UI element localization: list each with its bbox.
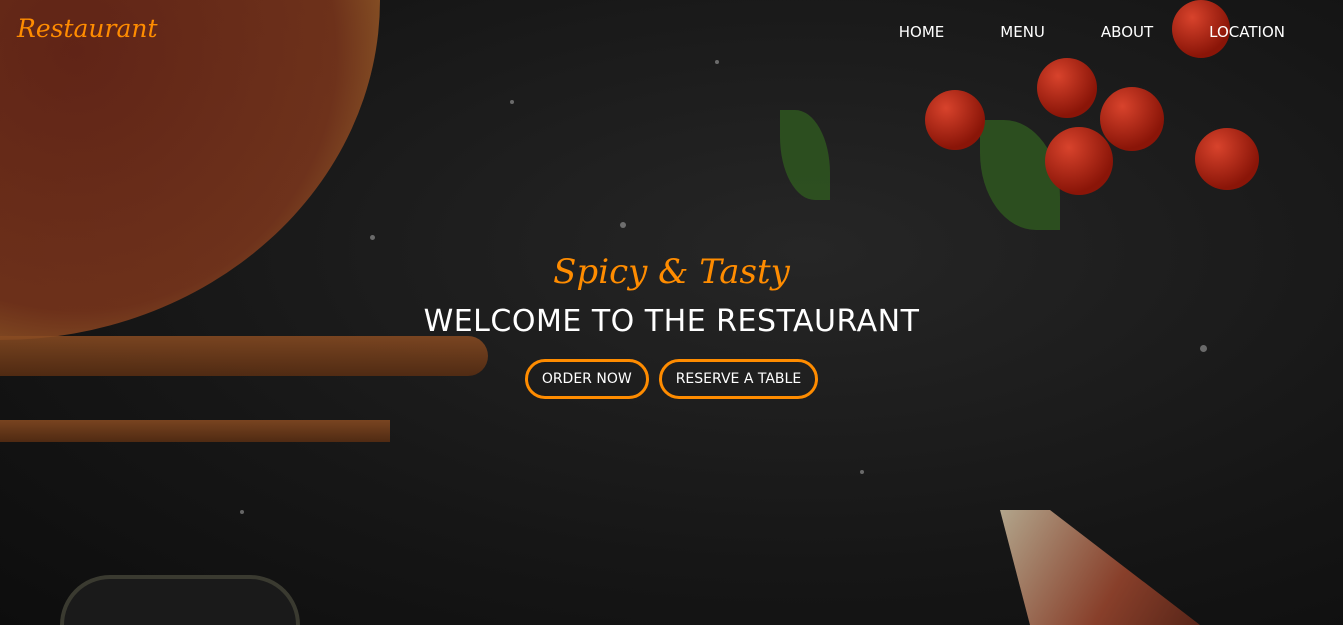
hero-buttons: ORDER NOW RESERVE A TABLE	[0, 359, 1343, 399]
flour-speck	[370, 235, 375, 240]
herb-decoration	[780, 110, 830, 200]
pizza-slice-decoration	[1000, 510, 1200, 625]
tomato-decoration	[925, 90, 985, 150]
tomato-decoration	[1037, 58, 1097, 118]
nav-menu: HOME MENU ABOUT LOCATION	[899, 23, 1285, 41]
nav-home[interactable]: HOME	[899, 23, 945, 41]
brand-logo[interactable]: Restaurant	[17, 14, 158, 43]
hero: Spicy & Tasty WELCOME TO THE RESTAURANT …	[0, 252, 1343, 399]
tomato-decoration	[1195, 128, 1259, 190]
flour-speck	[860, 470, 864, 474]
bowl-decoration	[60, 575, 300, 625]
order-now-button[interactable]: ORDER NOW	[524, 359, 649, 399]
nav-about[interactable]: ABOUT	[1101, 23, 1153, 41]
nav-location[interactable]: LOCATION	[1209, 23, 1285, 41]
hero-tagline: Spicy & Tasty	[553, 252, 790, 292]
hero-title: WELCOME TO THE RESTAURANT	[423, 304, 920, 339]
fork-decoration	[0, 420, 390, 442]
flour-speck	[510, 100, 514, 104]
tomato-decoration	[1100, 87, 1164, 151]
nav-menu-link[interactable]: MENU	[1000, 23, 1045, 41]
navbar: Restaurant HOME MENU ABOUT LOCATION	[0, 0, 1343, 64]
flour-speck	[240, 510, 244, 514]
flour-speck	[620, 222, 626, 228]
reserve-table-button[interactable]: RESERVE A TABLE	[658, 359, 819, 399]
tomato-decoration	[1045, 127, 1113, 195]
